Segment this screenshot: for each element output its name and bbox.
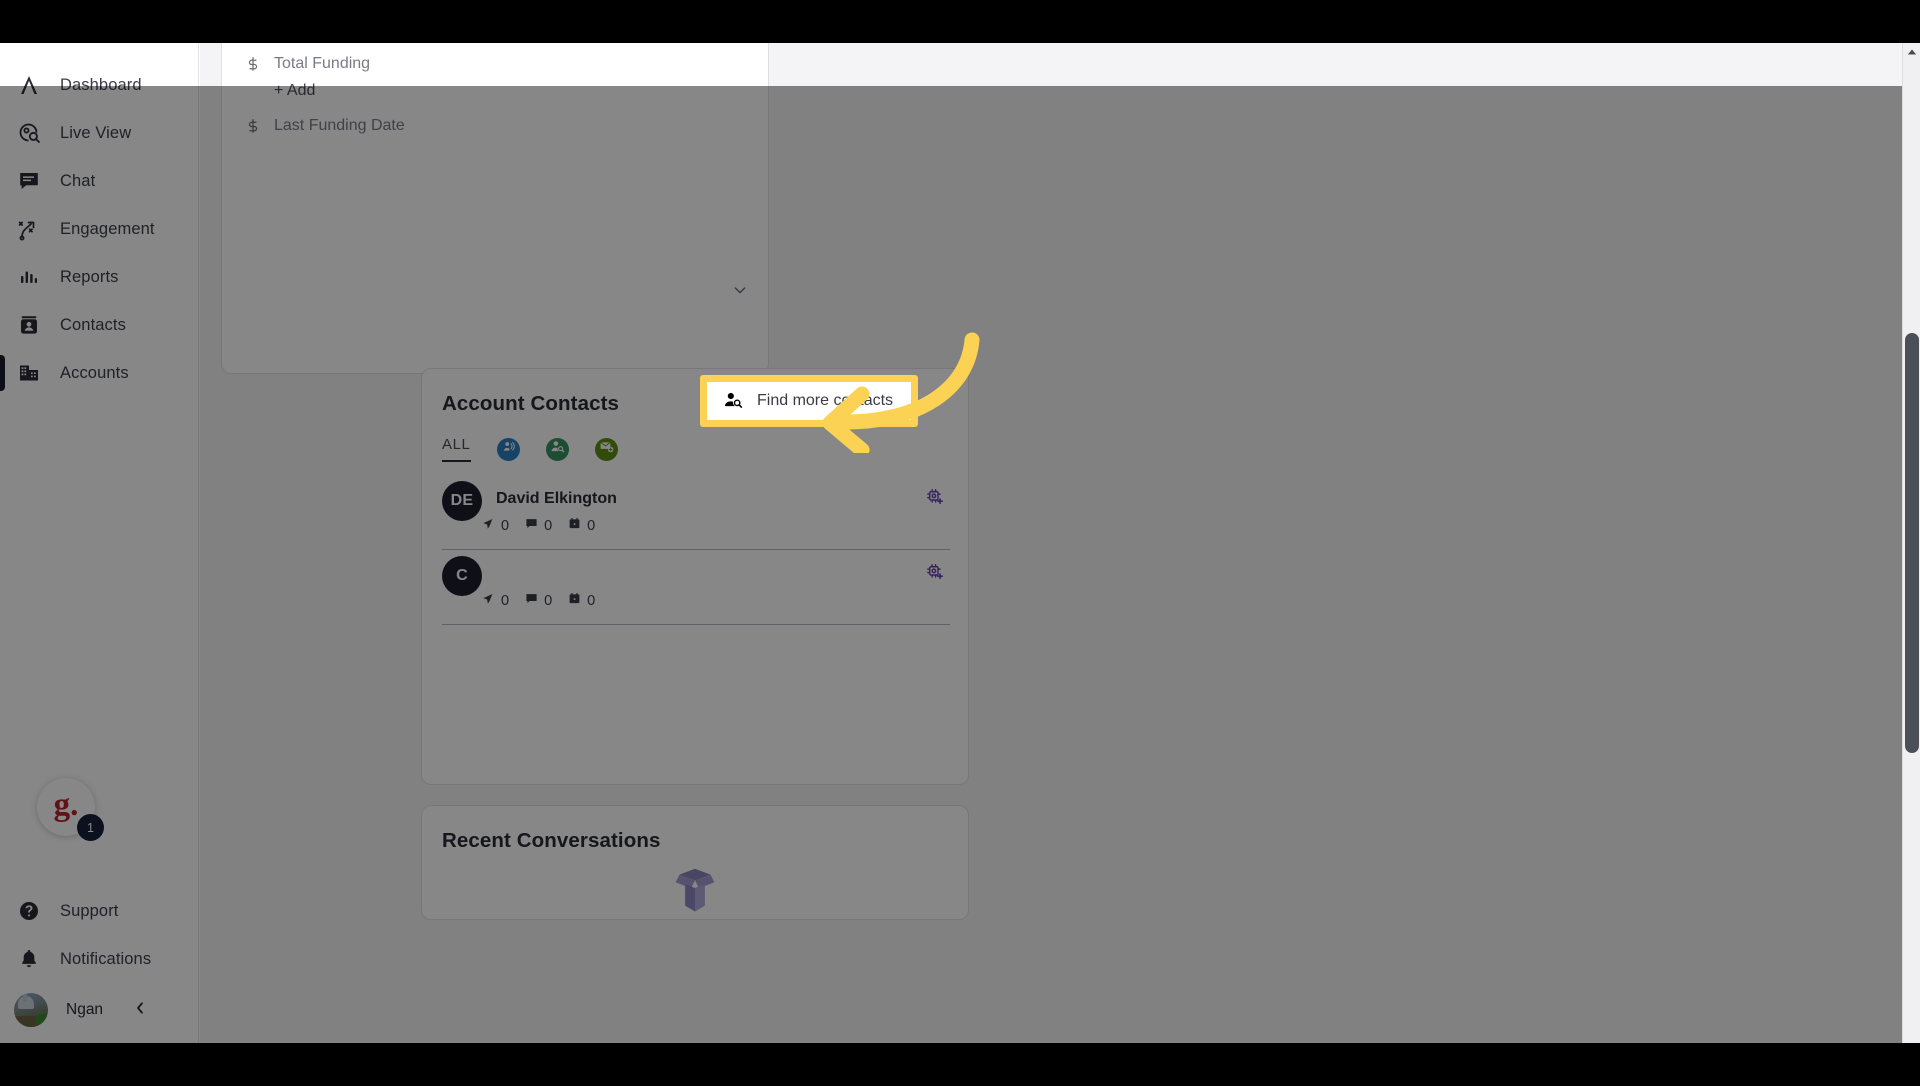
stat-sends: 0 — [482, 517, 509, 534]
sidebar-item-notifications[interactable]: Notifications — [0, 935, 199, 983]
sidebar-item-label: Notifications — [60, 949, 152, 968]
tab-broadcast[interactable] — [496, 437, 520, 461]
user-name: Ngan — [66, 1001, 104, 1018]
live-view-icon — [16, 120, 42, 146]
find-more-contacts-label: Find more contacts — [757, 392, 894, 409]
open-box-icon — [664, 861, 726, 919]
calendar-icon — [568, 517, 581, 534]
person-search-icon — [723, 390, 743, 413]
detail-field-label: Total Funding — [274, 55, 371, 72]
sidebar-item-label: Chat — [60, 171, 96, 190]
add-to-cadence-icon[interactable] — [925, 562, 944, 586]
dollar-icon — [244, 55, 262, 73]
sidebar-item-label: Accounts — [60, 363, 129, 382]
sidebar-user-profile[interactable]: Ngan — [0, 983, 199, 1037]
sidebar-item-reports[interactable]: Reports — [0, 253, 198, 301]
contact-name: David Elkington — [496, 490, 617, 507]
stat-meetings: 0 — [568, 592, 595, 609]
recent-conversations-card: Recent Conversations No conversations ye… — [421, 805, 969, 920]
table-row[interactable]: DE David Elkington 0 0 0 — [442, 475, 950, 550]
sidebar-item-label: Contacts — [60, 315, 126, 334]
avatar: DE — [442, 481, 482, 521]
account-details-card: HQ Location + Add Employee Count + Add — [221, 43, 769, 374]
scroll-up-arrow-icon[interactable] — [1903, 43, 1920, 61]
avatar: C — [442, 556, 482, 596]
bell-icon — [16, 946, 42, 972]
stat-value: 0 — [501, 517, 510, 534]
broadcast-person-icon — [501, 439, 516, 459]
details-card-scrollbar[interactable] — [755, 43, 763, 371]
contacts-icon — [16, 312, 42, 338]
detail-field-label: Last Funding Date — [274, 117, 405, 134]
stat-value: 0 — [587, 517, 596, 534]
stat-messages: 0 — [525, 517, 552, 534]
sidebar-item-label: Live View — [60, 123, 132, 142]
details-expand-chevron-icon[interactable] — [732, 282, 748, 303]
contacts-filter-tabs: ALL — [442, 432, 618, 466]
message-icon — [525, 517, 538, 534]
app-page: Dashboard Live View Chat Engagement Repo… — [0, 43, 1920, 1086]
send-icon — [482, 592, 495, 609]
tab-mail-add[interactable] — [594, 437, 618, 461]
help-icon — [16, 898, 42, 924]
sidebar-item-engagement[interactable]: Engagement — [0, 205, 198, 253]
chat-icon — [16, 168, 42, 194]
stat-value: 0 — [544, 517, 553, 534]
recent-conversations-title: Recent Conversations — [442, 829, 661, 852]
stat-sends: 0 — [482, 592, 509, 609]
person-search-circle-icon — [550, 439, 565, 459]
stat-value: 0 — [544, 592, 553, 609]
sidebar-item-support[interactable]: Support — [0, 887, 199, 935]
mail-add-icon — [599, 439, 614, 459]
logo-icon — [16, 72, 42, 98]
sidebar-item-live-view[interactable]: Live View — [0, 109, 198, 157]
find-more-contacts-highlight: Find more contacts — [700, 375, 919, 427]
page-scrollbar-thumb[interactable] — [1905, 333, 1919, 753]
calendar-icon — [568, 592, 581, 609]
sidebar-secondary-nav: Support Notifications Ngan — [0, 887, 199, 1043]
sidebar-item-dashboard[interactable]: Dashboard — [0, 61, 198, 109]
stat-messages: 0 — [525, 592, 552, 609]
table-row[interactable]: C 0 0 0 — [442, 550, 950, 625]
main-content: HQ Location + Add Employee Count + Add — [200, 43, 1920, 1043]
sidebar-item-chat[interactable]: Chat — [0, 157, 198, 205]
page-scrollbar[interactable] — [1902, 43, 1920, 1043]
reports-icon — [16, 264, 42, 290]
grammarly-widget[interactable]: g. 1 — [37, 778, 104, 841]
sidebar: Dashboard Live View Chat Engagement Repo… — [0, 43, 199, 1043]
grammarly-badge: 1 — [77, 814, 104, 841]
message-icon — [525, 592, 538, 609]
avatar — [14, 993, 48, 1027]
account-contacts-card: Account Contacts Find more contacts ALL … — [421, 368, 969, 785]
app-root: Dashboard Live View Chat Engagement Repo… — [0, 0, 1920, 1086]
sidebar-item-accounts[interactable]: Accounts — [0, 349, 198, 397]
contact-stats: 0 0 0 — [482, 592, 595, 609]
stat-value: 0 — [587, 592, 596, 609]
dollar-icon — [244, 117, 262, 135]
sidebar-item-label: Dashboard — [60, 75, 142, 94]
stat-value: 0 — [501, 592, 510, 609]
contact-stats: 0 0 0 — [482, 517, 595, 534]
accounts-icon — [16, 360, 42, 386]
account-detail-fields: HQ Location + Add Employee Count + Add — [222, 43, 768, 138]
sidebar-primary-nav: Dashboard Live View Chat Engagement Repo… — [0, 43, 198, 397]
sidebar-item-label: Reports — [60, 267, 119, 286]
detail-field-total-funding: Total Funding + Add — [244, 43, 746, 100]
sidebar-item-label: Support — [60, 901, 119, 920]
detail-add-button[interactable]: + Add — [274, 82, 746, 100]
grammarly-logo: g. — [53, 787, 79, 823]
send-icon — [482, 517, 495, 534]
detail-field-last-funding-date: Last Funding Date — [244, 100, 746, 138]
page-title: Account Contacts — [442, 392, 620, 415]
add-to-cadence-icon[interactable] — [925, 487, 944, 511]
stat-meetings: 0 — [568, 517, 595, 534]
tab-all[interactable]: ALL — [442, 436, 471, 462]
sidebar-item-contacts[interactable]: Contacts — [0, 301, 198, 349]
sidebar-item-label: Engagement — [60, 219, 155, 238]
sidebar-collapse-button[interactable] — [125, 993, 155, 1023]
tab-prospect-search[interactable] — [545, 437, 569, 461]
find-more-contacts-button[interactable]: Find more contacts — [707, 382, 912, 420]
engagement-icon — [16, 216, 42, 242]
